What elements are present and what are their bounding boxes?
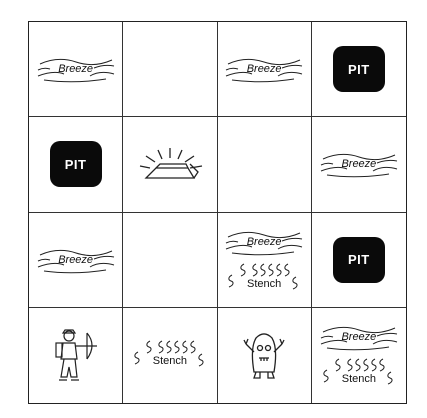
cell-r1-c1	[123, 117, 218, 213]
cell-r1-c0: PIT	[29, 117, 124, 213]
cell-r0-c3: PIT	[311, 22, 406, 118]
cell-r2-c2: Breeze Stench	[217, 212, 312, 308]
stench-indicator: Stench	[317, 358, 401, 388]
cell-r3-c2	[218, 307, 312, 403]
stench-label: Stench	[152, 355, 187, 368]
breeze-indicator: Breeze	[317, 322, 401, 352]
cell-r3-c1: Stench	[123, 307, 218, 403]
breeze-label: Breeze	[246, 235, 282, 248]
cell-r2-c1	[123, 212, 218, 308]
pit-tile: PIT	[332, 236, 385, 283]
breeze-indicator: Breeze	[222, 227, 306, 257]
cell-r0-c0: Breeze	[29, 22, 124, 118]
pit-tile: PIT	[332, 46, 385, 93]
breeze-indicator: Breeze	[34, 245, 118, 275]
breeze-label: Breeze	[341, 158, 377, 171]
stench-label: Stench	[247, 277, 282, 290]
breeze-indicator: Breeze	[222, 54, 306, 84]
stench-label: Stench	[341, 373, 376, 386]
cell-r0-c2: Breeze	[217, 22, 312, 118]
breeze-label: Breeze	[58, 63, 94, 76]
stench-indicator: Stench	[128, 340, 212, 370]
breeze-indicator: Breeze	[317, 149, 401, 179]
cell-r0-c1	[123, 22, 218, 118]
pit-tile: PIT	[49, 141, 102, 188]
cell-r2-c3: PIT	[311, 213, 406, 308]
wumpus-world-grid: Breeze Breeze PIT PIT Breeze Breeze Breeze Sten…	[28, 21, 407, 404]
breeze-indicator: Breeze	[34, 54, 118, 84]
stench-indicator: Stench	[222, 263, 306, 293]
breeze-label: Breeze	[341, 331, 377, 344]
cell-r3-c0	[29, 307, 124, 403]
agent-archer-icon	[51, 327, 101, 383]
cell-r3-c3: Breeze Stench	[312, 308, 406, 403]
cell-r1-c2	[217, 117, 312, 213]
breeze-label: Breeze	[58, 253, 94, 266]
cell-r1-c3: Breeze	[311, 117, 406, 213]
cell-r2-c0: Breeze	[29, 212, 124, 308]
breeze-label: Breeze	[246, 63, 282, 76]
wumpus-monster-icon	[242, 328, 286, 382]
gold-bar-icon	[128, 142, 212, 186]
